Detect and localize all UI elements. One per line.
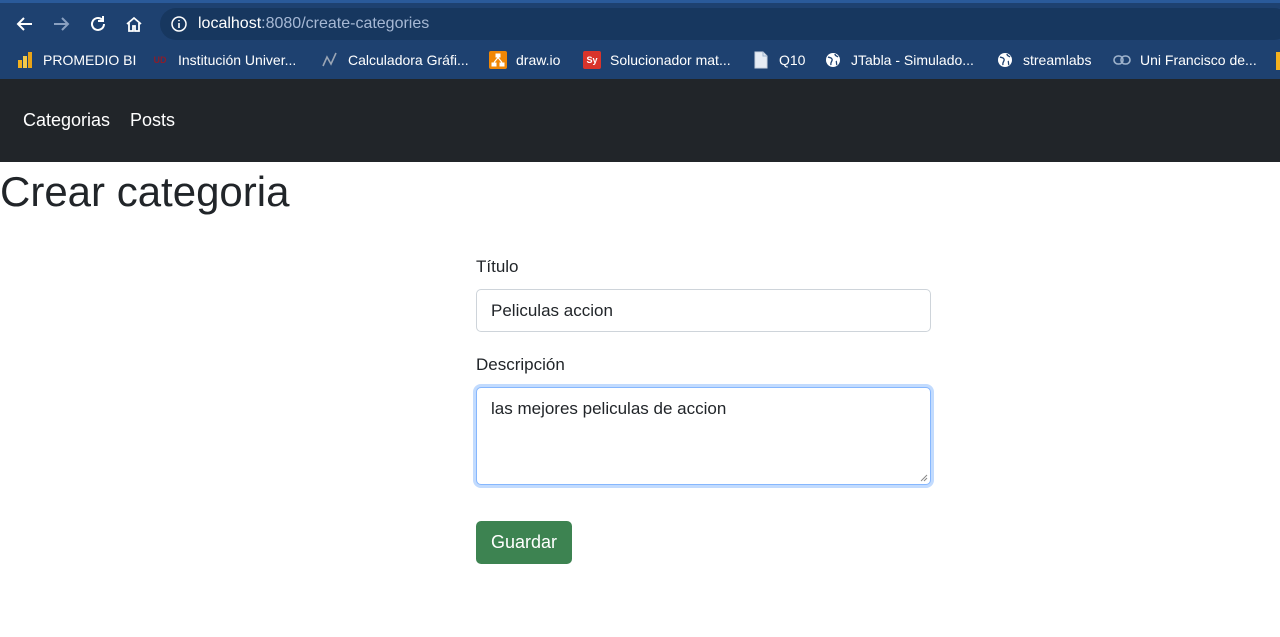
symbolab-icon: Sy xyxy=(583,51,601,69)
bar-chart-icon xyxy=(16,51,34,69)
graph-icon xyxy=(321,51,339,69)
bookmark-streamlabs[interactable]: streamlabs xyxy=(996,50,1091,70)
home-icon[interactable] xyxy=(122,12,146,36)
nav-link-posts[interactable]: Posts xyxy=(130,110,175,130)
bookmark-institucion[interactable]: UD Institución Univer... xyxy=(151,50,297,70)
reload-icon[interactable] xyxy=(86,12,110,36)
nav-link-categorias[interactable]: Categorias xyxy=(23,110,110,130)
bookmark-drawio[interactable]: draw.io xyxy=(489,50,560,70)
bookmark-jtabla[interactable]: JTabla - Simulado... xyxy=(824,50,974,70)
info-icon[interactable] xyxy=(170,15,188,33)
title-input[interactable]: Peliculas accion xyxy=(476,289,931,332)
document-icon xyxy=(752,51,770,69)
bookmark-calculadora[interactable]: Calculadora Gráfi... xyxy=(321,50,469,70)
bookmark-promedio-bi[interactable]: PROMEDIO BI xyxy=(16,50,136,70)
resize-handle-icon[interactable] xyxy=(919,473,928,482)
address-bar[interactable]: localhost:8080/create-categories xyxy=(160,8,1280,40)
back-arrow-icon[interactable] xyxy=(13,12,37,36)
url-text: localhost:8080/create-categories xyxy=(198,15,430,32)
drawio-icon xyxy=(489,51,507,69)
page-title: Crear categoria xyxy=(0,168,290,215)
bookmark-q10[interactable]: Q10 xyxy=(752,50,805,70)
description-textarea[interactable]: las mejores peliculas de accion xyxy=(476,387,931,485)
title-label: Título xyxy=(476,257,519,276)
site-navbar: Categorias Posts xyxy=(0,79,1280,162)
bookmark-uni-francisco[interactable]: Uni Francisco de... xyxy=(1113,50,1257,70)
forward-arrow-icon[interactable] xyxy=(49,12,73,36)
description-text: las mejores peliculas de accion xyxy=(491,399,727,418)
browser-toolbar: localhost:8080/create-categories xyxy=(0,0,1280,42)
description-label: Descripción xyxy=(476,355,565,374)
bookmark-overflow-folder-icon[interactable] xyxy=(1276,52,1280,70)
university-logo-icon: UD xyxy=(153,55,167,65)
globe-icon xyxy=(996,51,1014,69)
bookmark-solucionador[interactable]: Sy Solucionador mat... xyxy=(583,50,731,70)
globe-icon xyxy=(824,51,842,69)
save-button[interactable]: Guardar xyxy=(476,521,572,564)
link-icon xyxy=(1113,51,1131,69)
bookmarks-bar: PROMEDIO BI UD Institución Univer... Cal… xyxy=(0,42,1280,79)
